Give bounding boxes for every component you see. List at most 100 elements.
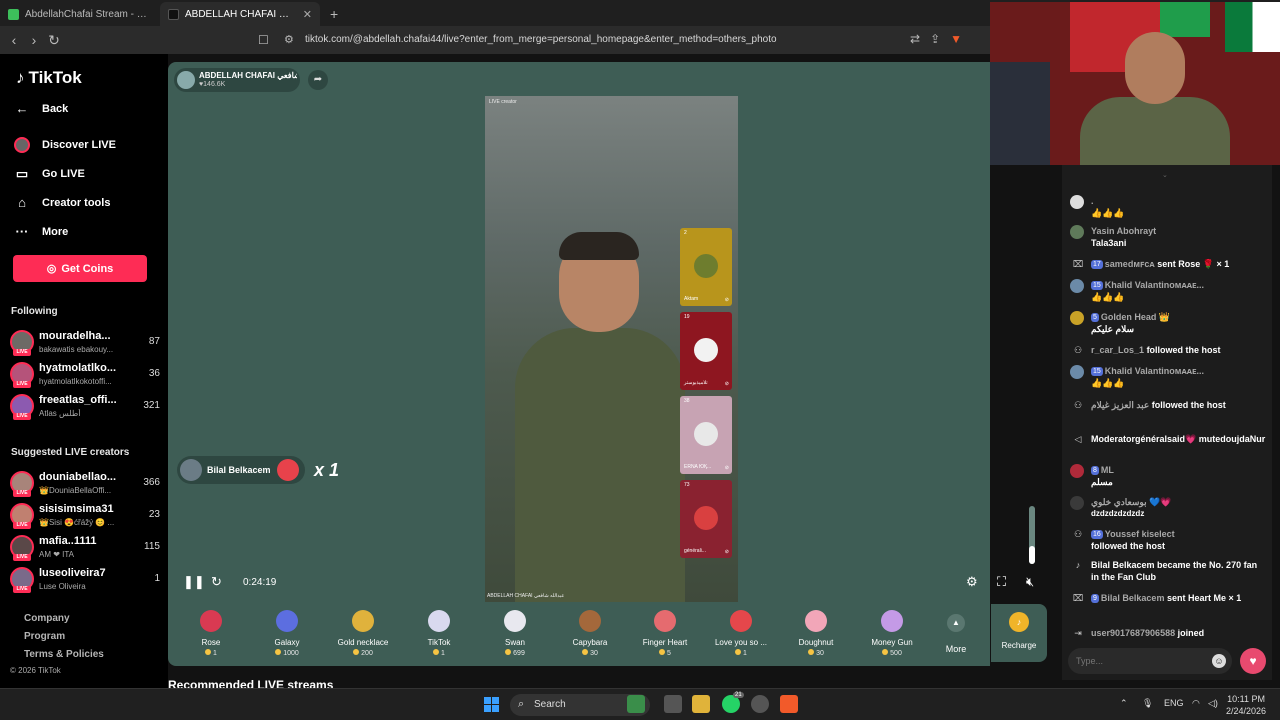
finger-heart-gift-icon bbox=[654, 610, 676, 632]
chat-username[interactable]: Moderatorgénéralsaid💗 bbox=[1091, 434, 1196, 444]
chat-username[interactable]: Yasin Abohrayt bbox=[1091, 225, 1267, 237]
windows-start-icon[interactable] bbox=[484, 697, 499, 712]
gift-item[interactable]: Capybara 30 bbox=[553, 606, 627, 660]
drag-handle-icon[interactable]: ⌄ bbox=[1162, 171, 1168, 179]
guest-tile[interactable]: 19 تلاميذبوستر ⊘ bbox=[680, 312, 732, 390]
join-arrow-icon: ⇥ bbox=[1074, 628, 1082, 638]
guest-tile[interactable]: 38 ERNA ЮҚ... ⊘ bbox=[680, 396, 732, 474]
url-field[interactable]: tiktok.com/@abdellah.chafai44/live?enter… bbox=[305, 34, 777, 45]
nav-go-live[interactable]: ▭ Go LIVE bbox=[14, 166, 85, 182]
chat-username[interactable]: Bilal Belkacem bbox=[1101, 593, 1165, 603]
gift-item[interactable]: Money Gun 500 bbox=[855, 606, 929, 660]
task-view-icon[interactable] bbox=[664, 695, 682, 713]
share-arrow-icon[interactable]: ➦ bbox=[308, 70, 328, 90]
rose-gift-icon bbox=[200, 610, 222, 632]
steam-icon[interactable] bbox=[751, 695, 769, 713]
gift-item[interactable]: Finger Heart 5 bbox=[628, 606, 702, 660]
guest-tile[interactable]: 2 Aktam ⊘ bbox=[680, 228, 732, 306]
back-arrow-icon[interactable]: ‹ bbox=[4, 32, 24, 48]
footer-link-company[interactable]: Company bbox=[24, 613, 70, 624]
send-heart-icon[interactable]: ♥ bbox=[1240, 648, 1266, 674]
following-creator[interactable]: LIVE hyatmolatlko... hyatmolatlkokotoffi… bbox=[10, 359, 160, 389]
following-creator[interactable]: LIVE mouradelha... bakawatis ebakouy... … bbox=[10, 327, 160, 357]
live-video[interactable]: LIVE creator ABDELLAH CHAFAI عبدالله شاف… bbox=[485, 96, 738, 602]
flag-widget-icon[interactable] bbox=[627, 695, 645, 713]
suggested-creator[interactable]: LIVE douniabellao... 👑DouniaBellaOffi...… bbox=[10, 468, 160, 498]
new-tab-button[interactable]: + bbox=[320, 2, 348, 26]
reload-icon[interactable]: ↻ bbox=[44, 32, 64, 49]
copyright: © 2026 TikTok bbox=[10, 666, 61, 675]
brave-browser-icon[interactable] bbox=[780, 695, 798, 713]
suggested-creator[interactable]: LIVE mafia..1111 AM ❤ ITA 115 bbox=[10, 532, 160, 562]
browser-tab-2[interactable]: ABDELLAH CHAFAI عبدالله شافعي ✕ bbox=[160, 2, 320, 26]
system-clock[interactable]: 10:11 PM 2/24/2026 bbox=[1226, 693, 1266, 717]
guest-tile[interactable]: 73 générali... ⊘ bbox=[680, 480, 732, 558]
chat-username[interactable]: r_car_Los_1 bbox=[1091, 345, 1144, 355]
file-explorer-icon[interactable] bbox=[692, 695, 710, 713]
clock-date: 2/24/2026 bbox=[1226, 706, 1267, 716]
close-tab-icon[interactable]: ✕ bbox=[303, 8, 312, 21]
chat-username[interactable]: Golden Head 👑 bbox=[1101, 312, 1170, 322]
settings-icon[interactable]: ⚙ bbox=[966, 574, 978, 590]
volume-slider[interactable] bbox=[1029, 506, 1035, 564]
translate-icon[interactable]: ⇄ bbox=[910, 32, 920, 46]
language-indicator[interactable]: ENG bbox=[1164, 698, 1184, 708]
nav-creator-tools[interactable]: ⌂ Creator tools bbox=[14, 195, 110, 210]
chat-username[interactable]: Khalid Valantinoᴍᴀᴀᴇ... bbox=[1105, 366, 1204, 376]
level-badge: 15 bbox=[1091, 367, 1103, 376]
chat-username[interactable]: Youssef kiselect bbox=[1105, 529, 1175, 539]
chat-username[interactable]: Khalid Valantinoᴍᴀᴀᴇ... bbox=[1105, 280, 1204, 290]
chat-username[interactable]: ML bbox=[1101, 465, 1114, 475]
browser-tab-1[interactable]: AbdellahChafai Stream - Watch Live bbox=[0, 2, 160, 26]
following-creator[interactable]: LIVE freeatlas_offi... Atlas أطلس 321 bbox=[10, 391, 160, 421]
host-info[interactable]: ABDELLAH CHAFAI عبدالله شافعي ♥146.6K bbox=[174, 68, 300, 92]
gift-item[interactable]: Love you so ... 1 bbox=[704, 606, 778, 660]
chat-username[interactable]: بوسعادي خلوي 💙💗 bbox=[1091, 496, 1267, 508]
gift-item[interactable]: Galaxy 1000 bbox=[250, 606, 324, 660]
microphone-icon[interactable]: 🎙︎ bbox=[1142, 698, 1153, 709]
gift-item[interactable]: Rose 1 bbox=[174, 606, 248, 660]
chat-username[interactable]: عبد العزيز غيلام bbox=[1091, 400, 1149, 410]
suggested-creator[interactable]: LIVE luseoliveira7 Luse Oliveira 1 bbox=[10, 564, 160, 594]
suggested-creator[interactable]: LIVE sisisimsima31 👑Sisi 😍ćřážý 😊 ... 23 bbox=[10, 500, 160, 530]
more-gifts-button[interactable]: ▲ More bbox=[936, 614, 976, 654]
forward-arrow-icon[interactable]: › bbox=[24, 32, 44, 48]
guest-rank: 2 bbox=[684, 230, 687, 236]
get-coins-button[interactable]: ◎ Get Coins bbox=[13, 255, 147, 282]
brave-shield-icon[interactable]: ▼ bbox=[950, 32, 962, 46]
discover-live-icon bbox=[14, 137, 30, 153]
tiktok-logo[interactable]: ♪ TikTok bbox=[16, 68, 82, 88]
viewer-count: 115 bbox=[144, 541, 160, 552]
gift-item[interactable]: Gold necklace 200 bbox=[326, 606, 400, 660]
gift-item[interactable]: Doughnut 30 bbox=[779, 606, 853, 660]
nav-discover-live[interactable]: Discover LIVE bbox=[14, 137, 116, 153]
gift-item[interactable]: TikTok 1 bbox=[402, 606, 476, 660]
pause-icon[interactable]: ❚❚ bbox=[183, 574, 205, 590]
chat-feed[interactable]: ⌄ . 👍👍👍 Yasin Abohrayt Tala3ani ⌧ 17 same… bbox=[1062, 165, 1272, 680]
bookmark-icon[interactable]: ☐ bbox=[258, 33, 269, 47]
fullscreen-icon[interactable]: ⛶ bbox=[997, 574, 1006, 590]
chat-input[interactable] bbox=[1076, 656, 1196, 666]
site-info-icon[interactable]: ⚙ bbox=[284, 33, 294, 46]
live-badge: LIVE bbox=[13, 586, 31, 593]
chat-username[interactable]: user9017687906588 bbox=[1091, 628, 1175, 638]
replay-icon[interactable]: ↻ bbox=[211, 574, 222, 590]
nav-more[interactable]: ··· More bbox=[14, 224, 69, 239]
nav-back[interactable]: ← Back bbox=[14, 101, 69, 116]
chat-username[interactable]: samedᴍꜰᴄᴀ bbox=[1105, 259, 1155, 269]
wifi-icon[interactable]: ◠ bbox=[1192, 698, 1200, 709]
footer-link-program[interactable]: Program bbox=[24, 631, 65, 642]
speaker-muted-icon[interactable]: 🔇︎ bbox=[1026, 574, 1034, 590]
footer-link-terms[interactable]: Terms & Policies bbox=[24, 649, 104, 660]
share-icon[interactable]: ⇪ bbox=[930, 32, 940, 46]
emoji-icon[interactable]: ☺ bbox=[1212, 654, 1226, 668]
chevron-up-icon[interactable]: ⌃ bbox=[1120, 698, 1128, 709]
volume-icon[interactable]: ◁) bbox=[1208, 698, 1218, 709]
chat-username[interactable]: . bbox=[1091, 195, 1267, 207]
creator-subtitle: bakawatis ebakouy... bbox=[39, 345, 114, 354]
host-likes: ♥146.6K bbox=[199, 81, 226, 88]
recharge-button[interactable]: ♪ Recharge bbox=[991, 604, 1047, 662]
gift-item[interactable]: Swan 699 bbox=[478, 606, 552, 660]
gift-name: Capybara bbox=[572, 638, 608, 647]
chat-text: سلام عليكم bbox=[1091, 324, 1135, 334]
